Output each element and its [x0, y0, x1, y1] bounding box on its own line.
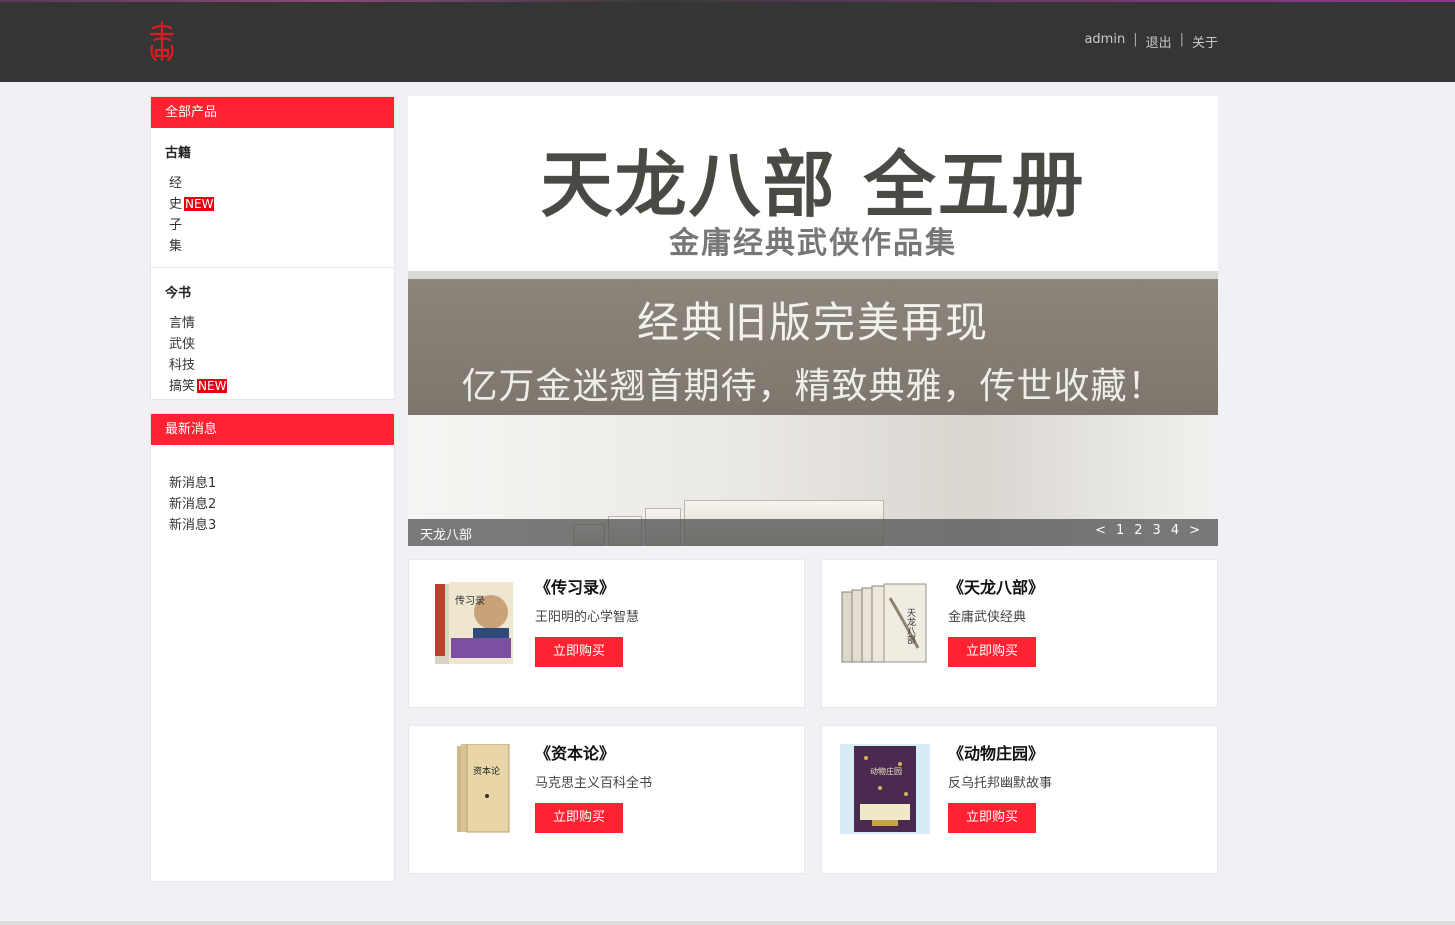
category-item-jing[interactable]: 经 — [169, 173, 380, 194]
top-nav: admin | 退出 | 关于 — [1084, 32, 1218, 51]
carousel-page-3[interactable]: 3 — [1153, 523, 1161, 538]
book-cover-dongwuzhuangyuan[interactable]: 动物庄园 — [840, 744, 930, 834]
buy-now-button[interactable]: 立即购买 — [535, 803, 623, 833]
carousel-prev-button[interactable]: < — [1095, 523, 1106, 538]
category-panel-title: 全部产品 — [151, 97, 394, 128]
new-badge: NEW — [184, 197, 215, 211]
category-item-funny[interactable]: 搞笑 NEW — [169, 376, 380, 397]
news-panel: 最新消息 新消息1 新消息2 新消息3 — [150, 413, 395, 882]
about-link[interactable]: 关于 — [1192, 32, 1218, 51]
footer-divider — [0, 921, 1455, 925]
banner-title: 天龙八部 全五册 — [540, 142, 1086, 227]
news-panel-title: 最新消息 — [151, 414, 394, 445]
banner-slogan-line1: 经典旧版完美再现 — [636, 298, 989, 347]
carousel-pager: < 1 2 3 4 > — [1095, 523, 1200, 538]
banner-slogan-line2: 亿万金迷翘首期待，精致典雅，传世收藏！ — [461, 366, 1165, 407]
book-cover-text: 传习录 — [455, 595, 485, 607]
product-title[interactable]: 《动物庄园》 — [948, 740, 1044, 764]
product-card: 天龙八部 《天龙八部》 金庸武侠经典 立即购买 — [821, 559, 1218, 708]
category-item-label: 子 — [169, 218, 183, 233]
news-item[interactable]: 新消息2 — [169, 494, 394, 515]
category-group-modern: 今书 言情 武侠 科技 搞笑 NEW — [151, 268, 394, 407]
category-item-ji[interactable]: 集 — [169, 236, 380, 257]
book-cover-text: 资本论 — [473, 765, 500, 777]
logo-seal-icon[interactable] — [148, 20, 176, 64]
buy-now-button[interactable]: 立即购买 — [948, 637, 1036, 667]
banner-subtitle: 金庸经典武侠作品集 — [669, 226, 957, 261]
category-list: 经 史 NEW 子 集 — [165, 173, 380, 257]
category-item-label: 武侠 — [169, 337, 196, 352]
category-list: 言情 武侠 科技 搞笑 NEW — [165, 313, 380, 397]
product-card: 资本论 《资本论》 马克思主义百科全书 立即购买 — [408, 725, 805, 874]
category-item-shi[interactable]: 史 NEW — [169, 194, 380, 215]
book-cover-chuanxilu[interactable]: 传习录 — [427, 578, 517, 668]
category-item-label: 科技 — [169, 358, 196, 373]
category-item-romance[interactable]: 言情 — [169, 313, 380, 334]
book-cover-text: 动物庄园 — [870, 766, 902, 776]
buy-now-button[interactable]: 立即购买 — [535, 637, 623, 667]
nav-separator: | — [1179, 32, 1184, 47]
category-group-title: 古籍 — [165, 146, 192, 161]
carousel-page-4[interactable]: 4 — [1171, 523, 1179, 538]
product-title[interactable]: 《天龙八部》 — [948, 574, 1044, 598]
category-item-tech[interactable]: 科技 — [169, 355, 380, 376]
site-header: admin | 退出 | 关于 — [0, 2, 1455, 82]
news-item[interactable]: 新消息3 — [169, 515, 394, 536]
carousel-caption: 天龙八部 — [420, 528, 473, 543]
banner-heading-area: 天龙八部 全五册 金庸经典武侠作品集 — [408, 96, 1218, 271]
category-group-title: 今书 — [165, 286, 192, 301]
banner-carousel[interactable]: 天龙八部 全五册 金庸经典武侠作品集 经典旧版完美再现 亿万金迷翘首期待，精致典… — [408, 96, 1218, 546]
book-cover-text: 天龙八部 — [905, 608, 916, 645]
category-panel: 全部产品 古籍 经 史 NEW 子 集 今书 言情 武侠 科技 搞笑 NEW — [150, 96, 395, 400]
user-link-admin[interactable]: admin — [1084, 32, 1125, 51]
product-card: 动物庄园 《动物庄园》 反乌托邦幽默故事 立即购买 — [821, 725, 1218, 874]
category-item-label: 搞笑 — [169, 379, 196, 394]
product-description: 王阳明的心学智慧 — [535, 610, 640, 625]
new-badge: NEW — [197, 379, 228, 393]
buy-now-button[interactable]: 立即购买 — [948, 803, 1036, 833]
product-description: 反乌托邦幽默故事 — [948, 776, 1053, 791]
carousel-page-1[interactable]: 1 — [1116, 523, 1124, 538]
carousel-page-2[interactable]: 2 — [1134, 523, 1142, 538]
category-item-label: 言情 — [169, 316, 196, 331]
category-item-label: 经 — [169, 176, 183, 191]
category-item-wuxia[interactable]: 武侠 — [169, 334, 380, 355]
product-title[interactable]: 《传习录》 — [535, 574, 615, 598]
product-card: 传习录 《传习录》 王阳明的心学智慧 立即购买 — [408, 559, 805, 708]
carousel-caption-bar: 天龙八部 < 1 2 3 4 > — [408, 519, 1218, 546]
book-cover-zibenlun[interactable]: 资本论 — [427, 744, 517, 834]
category-item-label: 集 — [169, 239, 183, 254]
banner-stripe — [408, 271, 1218, 279]
product-description: 马克思主义百科全书 — [535, 776, 653, 791]
book-cover-tianlongbabu[interactable]: 天龙八部 — [840, 578, 930, 668]
banner-slogan-area: 经典旧版完美再现 亿万金迷翘首期待，精致典雅，传世收藏！ — [408, 279, 1218, 415]
product-title[interactable]: 《资本论》 — [535, 740, 615, 764]
news-list: 新消息1 新消息2 新消息3 — [151, 445, 394, 536]
category-item-zi[interactable]: 子 — [169, 215, 380, 236]
category-item-label: 史 — [169, 197, 183, 212]
logout-link[interactable]: 退出 — [1146, 32, 1172, 51]
product-description: 金庸武侠经典 — [948, 610, 1027, 625]
category-group-ancient: 古籍 经 史 NEW 子 集 — [151, 128, 394, 267]
news-item[interactable]: 新消息1 — [169, 473, 394, 494]
carousel-next-button[interactable]: > — [1189, 523, 1200, 538]
nav-separator: | — [1133, 32, 1138, 47]
